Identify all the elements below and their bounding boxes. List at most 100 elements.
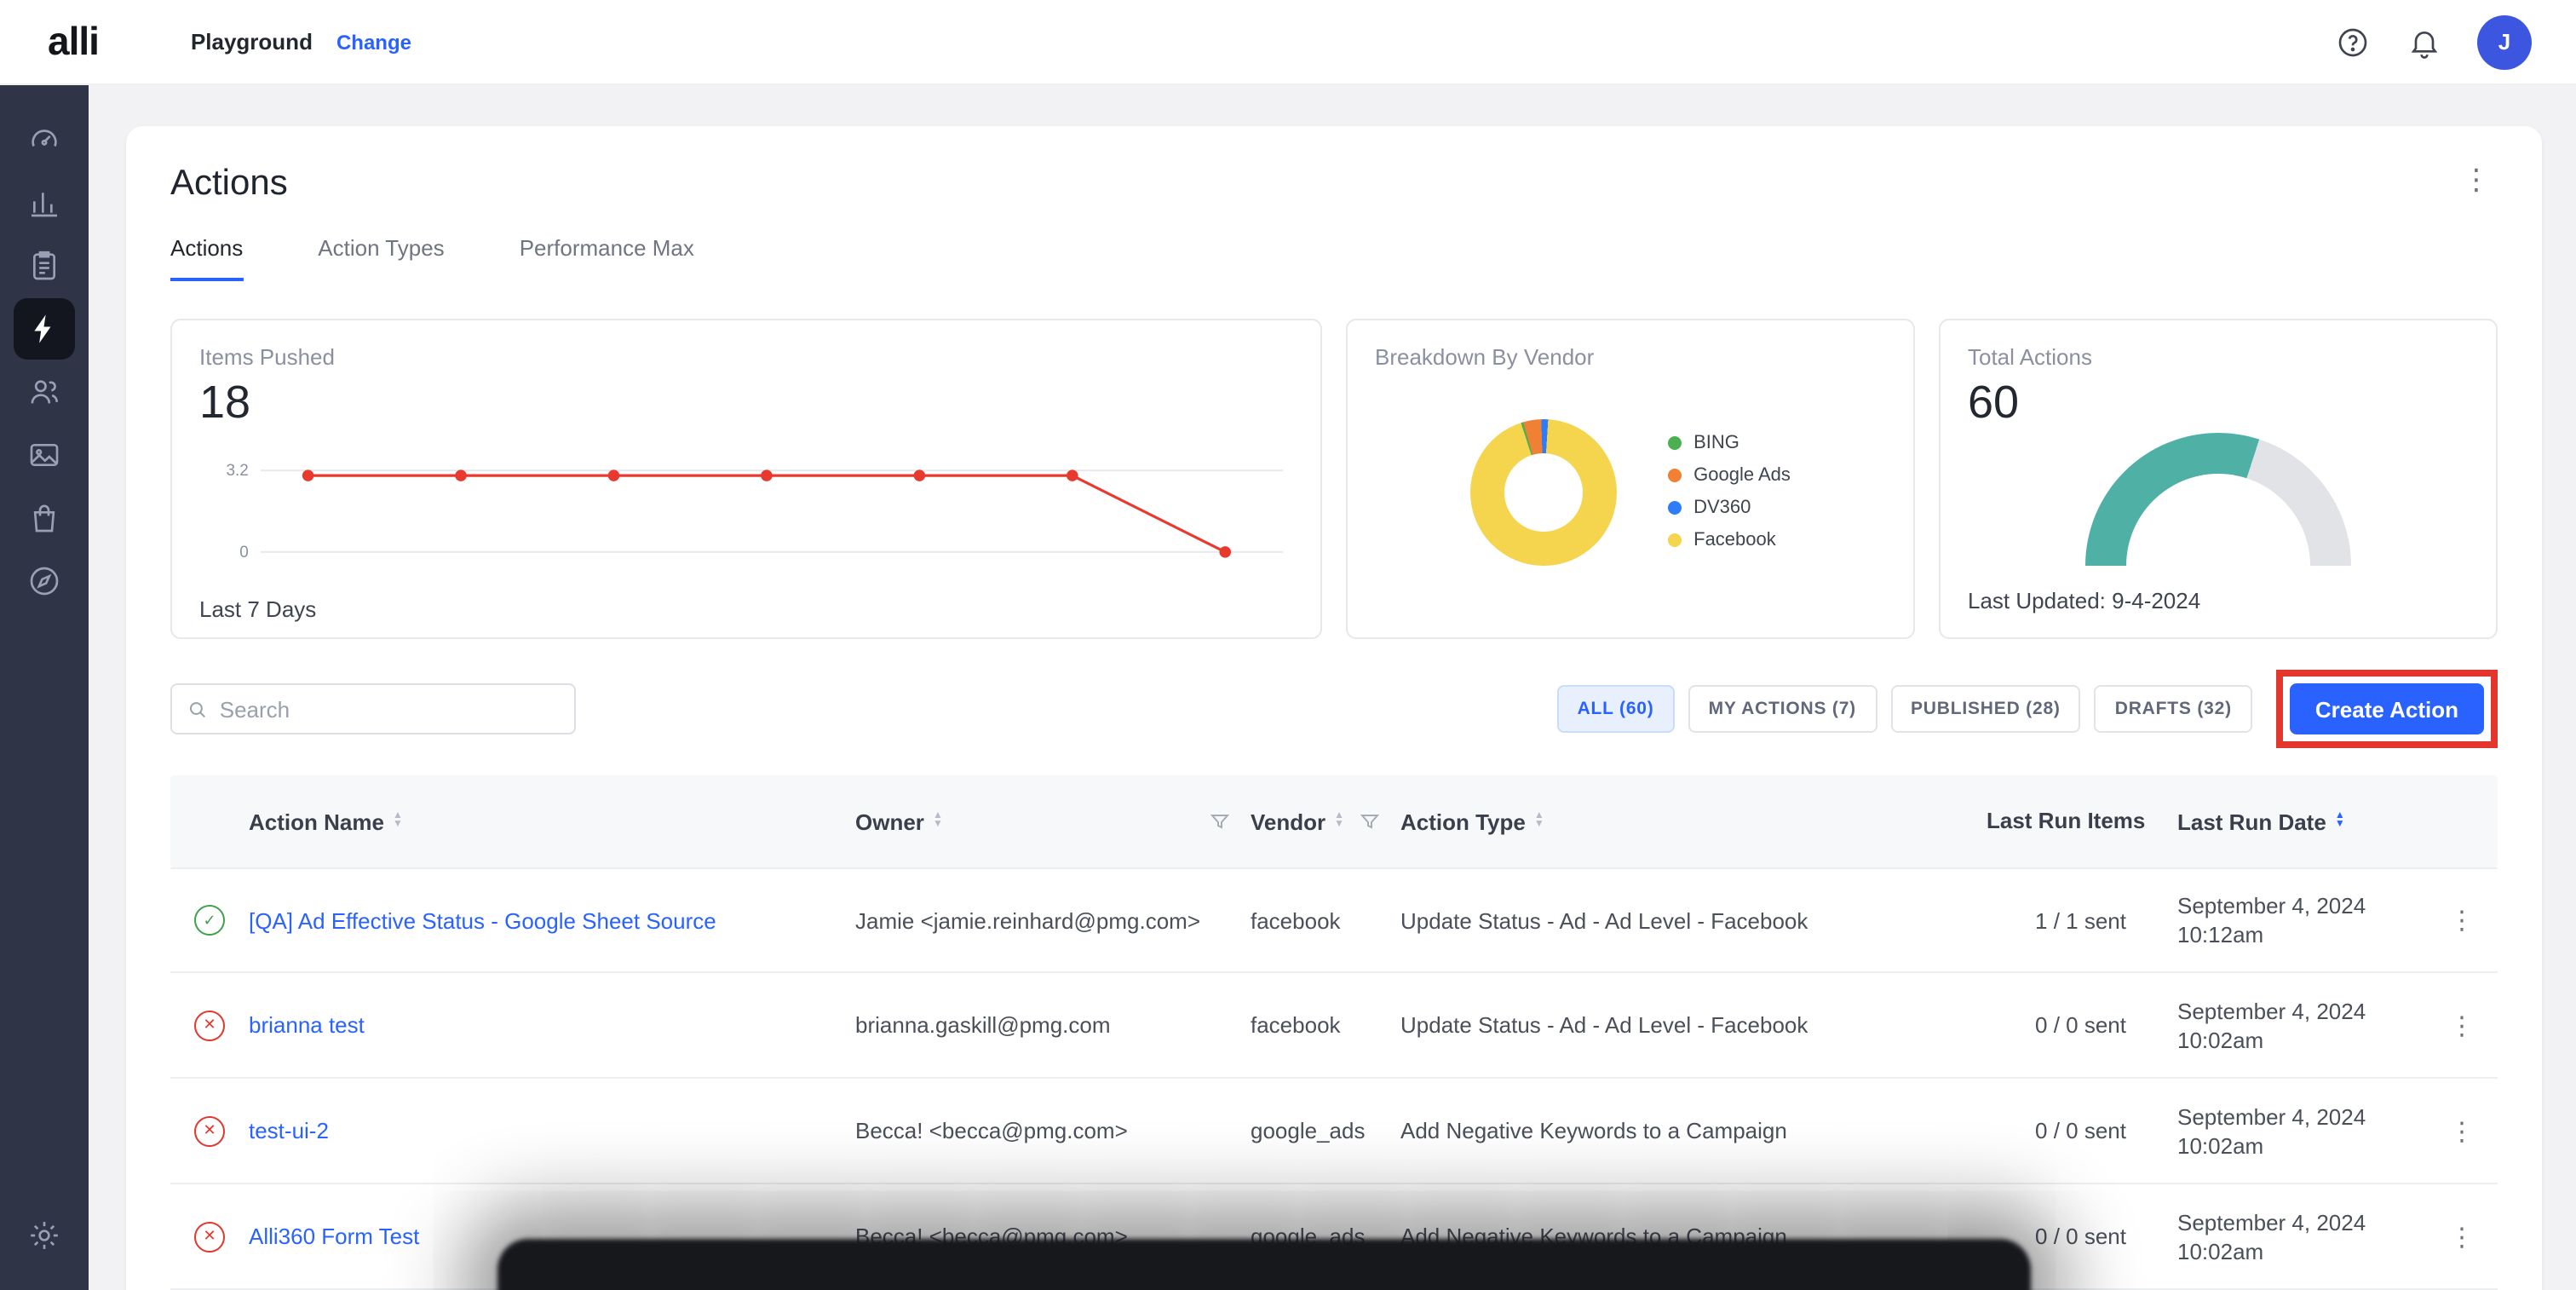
sidebar-item-shopping[interactable]	[14, 487, 75, 549]
sidebar-item-discover[interactable]	[14, 550, 75, 612]
actions-page-card: Actions ⋮ Actions Action Types Performan…	[126, 126, 2542, 1290]
create-action-button[interactable]: Create Action	[2290, 683, 2484, 734]
tab-action-types[interactable]: Action Types	[318, 235, 444, 281]
filter-drafts[interactable]: DRAFTS (32)	[2095, 685, 2252, 733]
sort-icon[interactable]: ▲▼	[393, 813, 403, 830]
last-run-date-cell: September 4, 2024 10:12am	[2177, 891, 2426, 949]
last-run-items-cell: 0 / 0 sent	[1987, 1118, 2177, 1143]
action-type-cell: Update Status - Ad - Ad Level - Facebook	[1400, 907, 1987, 933]
page-menu-button[interactable]: ⋮	[2455, 164, 2498, 198]
owner-cell: Becca! <becca@pmg.com>	[855, 1118, 1251, 1143]
last-run-items-cell: 1 / 1 sent	[1987, 907, 2177, 933]
sort-icon[interactable]: ▲▼	[933, 813, 943, 830]
status-icon: ✕	[194, 1010, 225, 1040]
filter-published[interactable]: PUBLISHED (28)	[1890, 685, 2081, 733]
status-icon: ✕	[194, 1221, 225, 1252]
run-time: 10:12am	[2177, 920, 2402, 949]
row-menu-button[interactable]: ⋮	[2449, 905, 2475, 936]
dock-shadow	[497, 1239, 2031, 1290]
sort-icon[interactable]: ▲▼	[1534, 813, 1544, 830]
filter-all[interactable]: ALL (60)	[1557, 685, 1675, 733]
brand-logo: alli	[48, 19, 99, 65]
sort-icon-active[interactable]: ▲▼	[2335, 813, 2345, 830]
filter-funnel-icon[interactable]	[1360, 811, 1380, 832]
donut-hole	[1504, 452, 1583, 531]
items-pushed-value: 18	[199, 377, 1293, 429]
tab-performance-max[interactable]: Performance Max	[520, 235, 694, 281]
filter-funnel-icon[interactable]	[1210, 811, 1230, 832]
total-actions-label: Total Actions	[1968, 344, 2469, 370]
filter-my-actions[interactable]: MY ACTIONS (7)	[1688, 685, 1877, 733]
run-date: September 4, 2024	[2177, 1102, 2402, 1131]
vendor-cell: google_ads	[1251, 1118, 1400, 1143]
column-label: Last Run Date	[2177, 809, 2326, 834]
vendor-donut	[1470, 418, 1617, 565]
action-name-link[interactable]: [QA] Ad Effective Status - Google Sheet …	[249, 907, 716, 933]
legend-label: DV360	[1693, 498, 1751, 518]
shopping-bag-icon	[27, 501, 61, 535]
items-pushed-chart: 3.20	[199, 433, 1293, 596]
legend-item-bing: BING	[1668, 433, 1791, 453]
user-avatar[interactable]: J	[2477, 14, 2532, 69]
vendor-cell: facebook	[1251, 907, 1400, 933]
sidebar-item-settings[interactable]	[14, 1205, 75, 1266]
legend-label: BING	[1693, 433, 1739, 453]
column-vendor: Vendor ▲▼	[1251, 809, 1400, 834]
sidebar-item-creative[interactable]	[14, 424, 75, 486]
column-last-run-date: Last Run Date ▲▼	[2177, 809, 2426, 834]
owner-cell: Jamie <jamie.reinhard@pmg.com>	[855, 907, 1251, 933]
tab-actions[interactable]: Actions	[170, 235, 243, 281]
total-actions-value: 60	[1968, 377, 2469, 429]
change-workspace-link[interactable]: Change	[336, 30, 411, 54]
action-type-cell: Update Status - Ad - Ad Level - Facebook	[1400, 1012, 1987, 1038]
bar-chart-icon	[27, 186, 61, 220]
sidebar-item-audiences[interactable]	[14, 361, 75, 423]
status-icon: ✕	[194, 1115, 225, 1146]
legend-item-facebook: Facebook	[1668, 530, 1791, 550]
vendor-legend: BING Google Ads DV360 Facebook	[1668, 433, 1791, 550]
people-icon	[27, 375, 61, 409]
total-actions-card: Total Actions 60 Last Updated: 9-4-2024	[1939, 319, 2498, 639]
search-box[interactable]	[170, 683, 576, 734]
sidebar	[0, 85, 89, 1290]
page-title: Actions	[170, 164, 288, 204]
column-owner: Owner ▲▼	[855, 809, 1251, 834]
sidebar-item-actions[interactable]	[14, 298, 75, 360]
items-pushed-label: Items Pushed	[199, 344, 1293, 370]
image-icon	[27, 438, 61, 472]
action-name-link[interactable]: test-ui-2	[249, 1118, 329, 1143]
run-date: September 4, 2024	[2177, 1207, 2402, 1236]
sidebar-item-reports[interactable]	[14, 235, 75, 297]
last-run-date-cell: September 4, 2024 10:02am	[2177, 1207, 2426, 1265]
action-type-cell: Add Negative Keywords to a Campaign	[1400, 1118, 1987, 1143]
action-name-link[interactable]: brianna test	[249, 1012, 365, 1038]
stats-row: Items Pushed 18 3.20 Last 7 Days Breakdo…	[170, 319, 2498, 639]
owner-cell: brianna.gaskill@pmg.com	[855, 1012, 1251, 1038]
search-input[interactable]	[220, 696, 559, 722]
sidebar-item-analytics[interactable]	[14, 172, 75, 233]
legend-item-dv360: DV360	[1668, 498, 1791, 518]
run-date: September 4, 2024	[2177, 891, 2402, 920]
legend-dot	[1668, 533, 1682, 547]
sidebar-item-dashboard[interactable]	[14, 109, 75, 170]
gear-icon	[27, 1218, 61, 1253]
row-menu-button[interactable]: ⋮	[2449, 1010, 2475, 1040]
breakdown-card: Breakdown By Vendor BING Google Ads	[1346, 319, 1915, 639]
table-toolbar: ALL (60) MY ACTIONS (7) PUBLISHED (28) D…	[170, 670, 2498, 748]
lightning-bolt-icon	[27, 312, 61, 346]
run-time: 10:02am	[2177, 1236, 2402, 1265]
table-header-row: Action Name ▲▼ Owner ▲▼ Vendor ▲▼	[170, 775, 2498, 867]
sort-icon[interactable]: ▲▼	[1334, 813, 1344, 830]
action-name-link[interactable]: Alli360 Form Test	[249, 1224, 419, 1249]
last-run-date-cell: September 4, 2024 10:02am	[2177, 1102, 2426, 1160]
tab-bar: Actions Action Types Performance Max	[170, 235, 2498, 281]
help-icon[interactable]	[2334, 23, 2372, 60]
notifications-bell-icon[interactable]	[2406, 23, 2443, 60]
items-pushed-caption: Last 7 Days	[199, 596, 1293, 622]
actions-table: Action Name ▲▼ Owner ▲▼ Vendor ▲▼	[170, 775, 2498, 1290]
row-menu-button[interactable]: ⋮	[2449, 1221, 2475, 1252]
last-run-items-cell: 0 / 0 sent	[1987, 1012, 2177, 1038]
column-label: Action Name	[249, 809, 384, 834]
topbar: alli Playground Change J	[0, 0, 2576, 85]
row-menu-button[interactable]: ⋮	[2449, 1115, 2475, 1146]
